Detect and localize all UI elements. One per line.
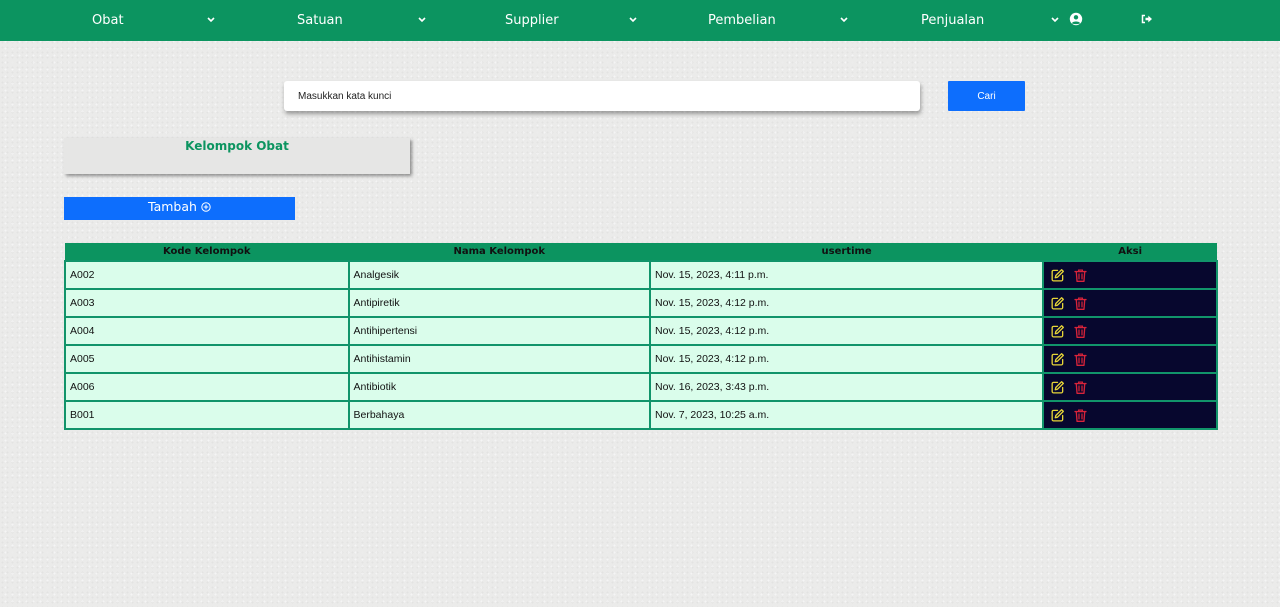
- chevron-down-icon: [1050, 13, 1060, 27]
- edit-icon[interactable]: [1050, 352, 1065, 367]
- edit-icon[interactable]: [1050, 324, 1065, 339]
- cell-nama: Antibiotik: [347, 372, 651, 402]
- trash-icon[interactable]: [1073, 380, 1088, 395]
- column-header-usertime: usertime: [650, 243, 1044, 261]
- cell-aksi: [1042, 372, 1218, 402]
- page-title-card: Kelompok Obat: [64, 138, 410, 174]
- cell-nama: Antihipertensi: [347, 316, 651, 346]
- cell-nama: Antihistamin: [347, 344, 651, 374]
- edit-icon[interactable]: [1050, 296, 1065, 311]
- search-button[interactable]: Cari: [948, 81, 1025, 111]
- page-title: Kelompok Obat: [185, 139, 289, 153]
- table-row: A005 Antihistamin Nov. 15, 2023, 4:12 p.…: [64, 344, 1218, 374]
- cell-nama: Analgesik: [347, 260, 651, 290]
- cell-kode: A003: [64, 288, 350, 318]
- edit-icon[interactable]: [1050, 380, 1065, 395]
- nav-label: Penjualan: [921, 13, 985, 28]
- add-button[interactable]: Tambah: [64, 197, 295, 220]
- chevron-down-icon: [628, 13, 638, 27]
- cell-usertime: Nov. 15, 2023, 4:12 p.m.: [648, 344, 1045, 374]
- nav-label: Obat: [92, 13, 124, 28]
- cell-kode: B001: [64, 400, 350, 430]
- trash-icon[interactable]: [1073, 324, 1088, 339]
- trash-icon[interactable]: [1073, 408, 1088, 423]
- cell-usertime: Nov. 15, 2023, 4:12 p.m.: [648, 316, 1045, 346]
- nav-item-obat[interactable]: Obat: [0, 0, 230, 41]
- trash-icon[interactable]: [1073, 296, 1088, 311]
- cell-nama: Antipiretik: [347, 288, 651, 318]
- cell-usertime: Nov. 16, 2023, 3:43 p.m.: [648, 372, 1045, 402]
- top-navbar: Obat Satuan Supplier Pembelian Penjualan: [0, 0, 1280, 41]
- column-header-kode: Kode Kelompok: [65, 243, 349, 261]
- table-row: A002 Analgesik Nov. 15, 2023, 4:11 p.m.: [64, 260, 1218, 290]
- nav-label: Pembelian: [708, 13, 776, 28]
- column-header-aksi: Aksi: [1043, 243, 1217, 261]
- chevron-down-icon: [417, 13, 427, 27]
- nav-item-penjualan[interactable]: Penjualan: [860, 0, 1065, 41]
- chevron-down-icon: [206, 13, 216, 27]
- cell-aksi: [1042, 288, 1218, 318]
- cell-usertime: Nov. 7, 2023, 10:25 a.m.: [648, 400, 1045, 430]
- table-row: B001 Berbahaya Nov. 7, 2023, 10:25 a.m.: [64, 400, 1218, 430]
- cell-usertime: Nov. 15, 2023, 4:12 p.m.: [648, 288, 1045, 318]
- table-header-row: Kode Kelompok Nama Kelompok usertime Aks…: [65, 243, 1217, 261]
- nav-label: Satuan: [297, 13, 343, 28]
- search-input[interactable]: [284, 81, 920, 111]
- nav-item-satuan[interactable]: Satuan: [230, 0, 440, 41]
- cell-kode: A004: [64, 316, 350, 346]
- chevron-down-icon: [839, 13, 849, 27]
- edit-icon[interactable]: [1050, 268, 1065, 283]
- cell-aksi: [1042, 344, 1218, 374]
- cell-aksi: [1042, 400, 1218, 430]
- cell-nama: Berbahaya: [347, 400, 651, 430]
- cell-aksi: [1042, 260, 1218, 290]
- trash-icon[interactable]: [1073, 352, 1088, 367]
- nav-item-supplier[interactable]: Supplier: [440, 0, 650, 41]
- table-row: A004 Antihipertensi Nov. 15, 2023, 4:12 …: [64, 316, 1218, 346]
- trash-icon[interactable]: [1073, 268, 1088, 283]
- column-header-nama: Nama Kelompok: [348, 243, 650, 261]
- edit-icon[interactable]: [1050, 408, 1065, 423]
- cell-kode: A005: [64, 344, 350, 374]
- table-row: A006 Antibiotik Nov. 16, 2023, 3:43 p.m.: [64, 372, 1218, 402]
- cell-kode: A006: [64, 372, 350, 402]
- plus-circle-icon: [201, 201, 211, 212]
- table-row: A003 Antipiretik Nov. 15, 2023, 4:12 p.m…: [64, 288, 1218, 318]
- nav-label: Supplier: [505, 13, 559, 28]
- user-circle-icon[interactable]: [1069, 12, 1083, 26]
- add-button-label: Tambah: [148, 199, 197, 214]
- cell-aksi: [1042, 316, 1218, 346]
- cell-usertime: Nov. 15, 2023, 4:11 p.m.: [648, 260, 1045, 290]
- kelompok-table: Kode Kelompok Nama Kelompok usertime Aks…: [64, 243, 1218, 430]
- cell-kode: A002: [64, 260, 350, 290]
- nav-item-pembelian[interactable]: Pembelian: [650, 0, 860, 41]
- sign-out-icon[interactable]: [1140, 12, 1154, 26]
